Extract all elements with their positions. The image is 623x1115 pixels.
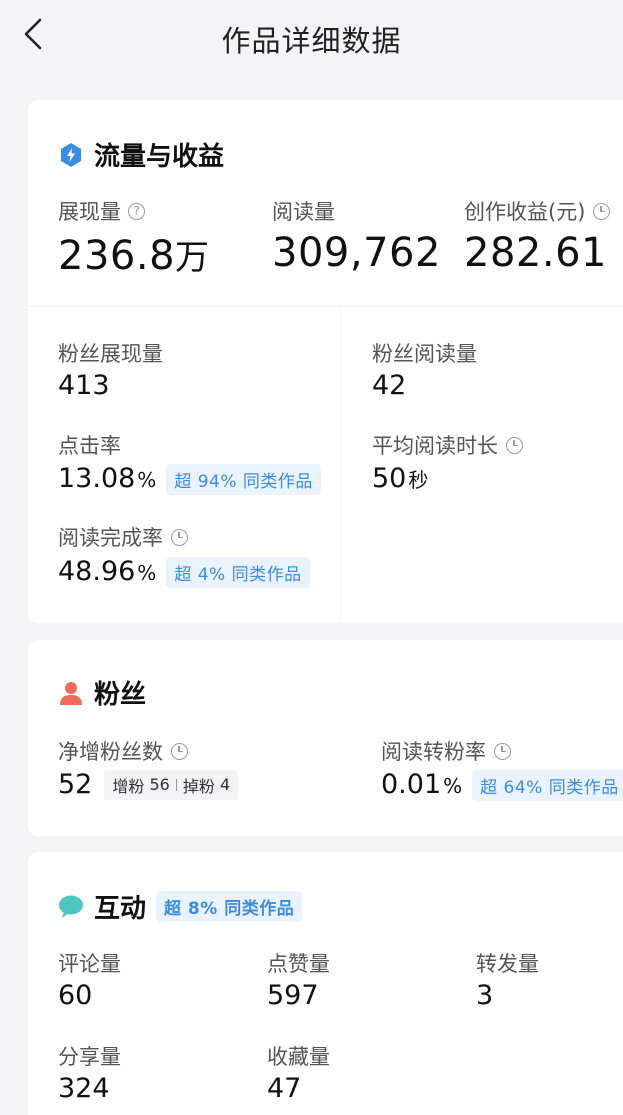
impressions-label: 展现量 ? (58, 196, 145, 226)
interaction-title-text: 互动 (94, 894, 147, 924)
conversion-unit: % (443, 774, 463, 798)
forwards-label: 转发量 (476, 952, 539, 976)
impressions-label-text: 展现量 (58, 200, 121, 224)
ctr-unit: % (137, 468, 157, 492)
traffic-section-title: 流量与收益 (58, 136, 224, 173)
shares-label: 分享量 (58, 1045, 121, 1069)
conversion-label: 阅读转粉率 (381, 736, 511, 766)
fan-impressions-value: 413 (58, 370, 110, 401)
gain-value: 56 (149, 775, 170, 794)
fan-reads-value: 42 (372, 370, 407, 401)
shares-value: 324 (58, 1073, 110, 1104)
favorites-label: 收藏量 (267, 1045, 330, 1069)
comments-label: 评论量 (58, 952, 121, 976)
clock-icon[interactable] (506, 436, 523, 454)
chat-bubble-icon (59, 895, 83, 918)
fan-gain-loss-detail: 增粉 56 掉粉 4 (104, 769, 239, 800)
ctr-label: 点击率 (58, 434, 121, 458)
clock-icon[interactable] (593, 202, 611, 220)
conversion-label-text: 阅读转粉率 (381, 740, 486, 764)
gain-label: 增粉 (112, 776, 145, 796)
ctr-rank-badge: 超 94% 同类作品 (166, 464, 321, 495)
avg-read-time-label: 平均阅读时长 (372, 430, 523, 460)
avg-read-time-number: 50 (372, 463, 407, 494)
clock-icon[interactable] (171, 528, 188, 546)
impressions-unit: 万 (175, 238, 210, 278)
conversion-number: 0.01 (381, 769, 442, 800)
comments-value: 60 (58, 980, 93, 1011)
income-value: 282.61 (464, 230, 607, 276)
reads-value: 309,762 (272, 230, 441, 276)
avg-read-time-value: 50 秒 (372, 463, 428, 494)
fans-section-title: 粉丝 (58, 674, 146, 711)
interaction-section-title: 互动 超 8% 同类作品 (58, 888, 303, 925)
favorites-value: 47 (267, 1073, 302, 1104)
completion-value: 48.96% 超 4% 同类作品 (58, 556, 310, 588)
page-title: 作品详细数据 (221, 24, 402, 58)
traffic-title-text: 流量与收益 (94, 142, 225, 172)
top-bar: 作品详细数据 (0, 0, 623, 76)
question-icon[interactable]: ? (128, 202, 145, 220)
clock-icon[interactable] (171, 742, 188, 760)
completion-number: 48.96 (58, 556, 136, 587)
income-label: 创作收益(元) (464, 196, 611, 226)
avg-read-time-label-text: 平均阅读时长 (372, 434, 498, 458)
clock-icon[interactable] (494, 742, 511, 760)
net-gain-value: 52 增粉 56 掉粉 4 (58, 769, 239, 800)
net-gain-number: 52 (58, 769, 93, 800)
divider (28, 306, 623, 307)
completion-label: 阅读完成率 (58, 522, 188, 552)
separator (175, 778, 177, 791)
avg-read-time-unit: 秒 (408, 468, 429, 492)
likes-value: 597 (267, 980, 319, 1011)
fan-reads-label: 粉丝阅读量 (372, 342, 477, 366)
completion-rank-badge: 超 4% 同类作品 (166, 557, 310, 588)
income-label-text: 创作收益(元) (464, 200, 586, 224)
lightning-icon (61, 142, 81, 167)
interaction-card: 互动 超 8% 同类作品 评论量 60 点赞量 597 转发量 3 分享量 32… (28, 852, 623, 1115)
conversion-value: 0.01% 超 64% 同类作品 (381, 769, 623, 801)
fans-title-text: 粉丝 (94, 680, 147, 710)
traffic-card: 流量与收益 展现量 ? 236.8万 阅读量 309,762 创作收益(元) 2… (28, 100, 623, 623)
fan-impressions-label: 粉丝展现量 (58, 342, 163, 366)
net-gain-label-text: 净增粉丝数 (58, 740, 163, 764)
ctr-value: 13.08% 超 94% 同类作品 (58, 463, 321, 495)
completion-label-text: 阅读完成率 (58, 526, 163, 550)
ctr-number: 13.08 (58, 463, 136, 494)
divider-vertical (340, 306, 341, 623)
impressions-value: 236.8万 (58, 230, 210, 279)
loss-value: 4 (219, 775, 231, 794)
impressions-number: 236.8 (58, 233, 176, 279)
net-gain-label: 净增粉丝数 (58, 736, 188, 766)
fans-card: 粉丝 净增粉丝数 52 增粉 56 掉粉 4 阅读转粉率 0.01% 超 64%… (28, 640, 623, 836)
forwards-value: 3 (476, 980, 494, 1011)
person-icon (60, 681, 82, 705)
interaction-rank-badge: 超 8% 同类作品 (156, 891, 303, 922)
reads-label-text: 阅读量 (272, 200, 335, 224)
conversion-rank-badge: 超 64% 同类作品 (472, 770, 623, 801)
likes-label: 点赞量 (267, 952, 330, 976)
completion-unit: % (137, 561, 157, 585)
loss-label: 掉粉 (182, 776, 215, 796)
reads-label: 阅读量 (272, 196, 335, 226)
